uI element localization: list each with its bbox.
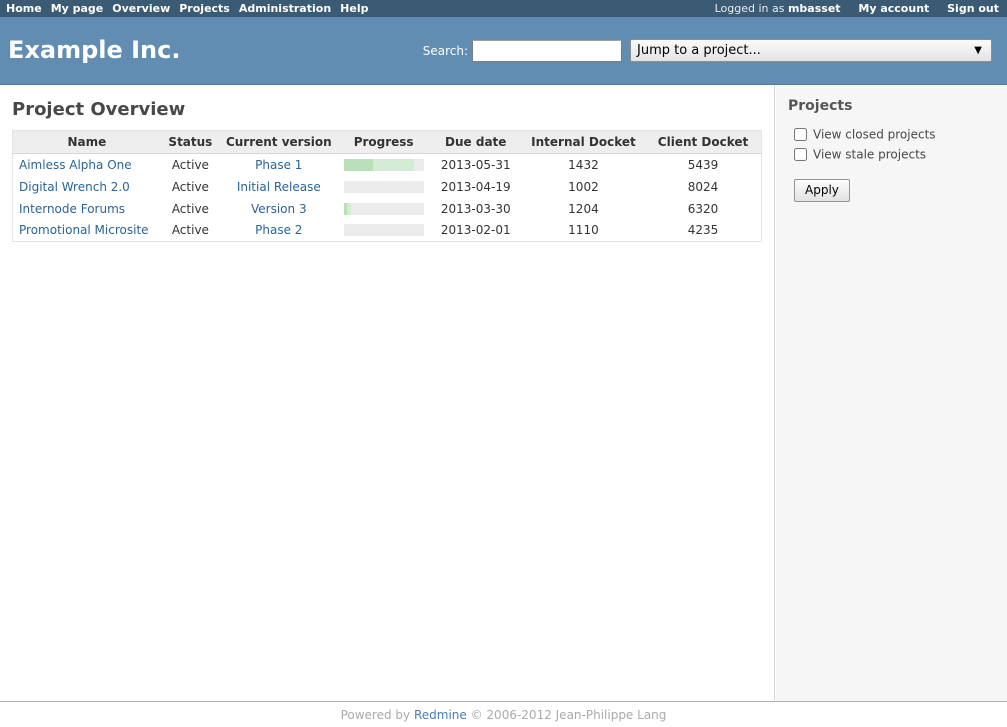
top-menu-account-links: Logged in as mbasset My account Sign out <box>715 2 999 15</box>
progress-bar <box>343 180 424 193</box>
version-link[interactable]: Version 3 <box>251 202 307 216</box>
my-account-link[interactable]: My account <box>858 2 929 15</box>
column-header-internal-docket[interactable]: Internal Docket <box>521 130 646 154</box>
checkbox-view-closed-projects[interactable] <box>794 128 807 141</box>
version-link[interactable]: Phase 2 <box>255 223 302 237</box>
column-header-current-version[interactable]: Current version <box>219 130 338 154</box>
top-menu-item-home[interactable]: Home <box>6 2 42 15</box>
version-link[interactable]: Phase 1 <box>255 158 302 172</box>
table-row[interactable]: Aimless Alpha One Active Phase 1 2013-05-31… <box>13 154 762 176</box>
cell-status: Active <box>171 157 209 172</box>
column-header-name[interactable]: Name <box>12 130 161 154</box>
checkbox-row-view-stale-projects[interactable]: View stale projects <box>788 146 995 163</box>
page-footer: Powered by Redmine © 2006-2012 Jean-Phil… <box>0 701 1007 727</box>
cell-client-docket: 5439 <box>687 157 719 172</box>
checkbox-view-stale-projects[interactable] <box>794 147 807 161</box>
footer-copyright: © 2006-2012 Jean-Philippe Lang <box>470 708 667 722</box>
checkbox-label-view-closed-projects[interactable]: View closed projects <box>813 128 936 142</box>
cell-internal-docket: 1002 <box>568 179 599 194</box>
cell-due-date: 2013-03-30 <box>440 201 511 216</box>
project-link[interactable]: Internode Forums <box>19 202 125 216</box>
sidebar-filter-options: View closed projects View stale projects <box>788 126 995 162</box>
cell-progress <box>338 176 430 198</box>
progress-closed-segment <box>343 202 347 215</box>
logged-in-username: mbasset <box>787 2 841 15</box>
project-link[interactable]: Digital Wrench 2.0 <box>19 180 130 194</box>
cell-current-version: Version 3 <box>220 198 338 220</box>
column-header-due-date[interactable]: Due date <box>429 130 522 154</box>
project-link[interactable]: Promotional Microsite <box>19 223 149 237</box>
sign-out-link[interactable]: Sign out <box>947 2 999 15</box>
cell-status: Active <box>171 179 209 194</box>
table-row[interactable]: Internode Forums Active Version 3 2013-03-3… <box>13 198 762 220</box>
table-body: Aimless Alpha One Active Phase 1 2013-05-31… <box>13 154 762 242</box>
logged-in-status: Logged in as mbasset <box>715 2 841 15</box>
chevron-down-icon: ▼ <box>974 45 982 56</box>
column-header-progress[interactable]: Progress <box>337 130 430 154</box>
main-area: Project Overview Name Status Current versi… <box>0 85 1007 701</box>
version-link[interactable]: Initial Release <box>237 180 321 194</box>
progress-bar <box>343 224 424 237</box>
cell-internal-docket: 1432 <box>568 157 599 172</box>
quick-search-area: Search: Jump to a project... ▼ <box>423 39 992 62</box>
cell-progress <box>338 154 430 176</box>
footer-powered-by: Powered by <box>340 708 411 722</box>
cell-progress <box>338 220 430 242</box>
top-menu-bar: Home My page Overview Projects Administratio… <box>0 0 1007 17</box>
cell-internal-docket: 1110 <box>568 223 599 238</box>
redmine-link[interactable]: Redmine <box>414 708 467 722</box>
column-header-client-docket[interactable]: Client Docket <box>645 130 762 154</box>
cell-current-version: Phase 1 <box>220 154 338 176</box>
project-jump-select[interactable]: Jump to a project... ▼ <box>630 39 992 62</box>
cell-project-name: Internode Forums <box>13 198 161 220</box>
top-menu-item-my-page[interactable]: My page <box>51 2 104 15</box>
cell-due-date: 2013-04-19 <box>440 179 511 194</box>
cell-client-docket: 4235 <box>687 223 719 238</box>
content-panel: Project Overview Name Status Current versi… <box>0 85 775 701</box>
progress-bar <box>343 158 424 171</box>
progress-closed-segment <box>343 158 374 171</box>
table-header-row: Name Status Current version Progress Due dat… <box>12 130 762 154</box>
table-row[interactable]: Digital Wrench 2.0 Active Initial Release 2… <box>13 176 762 198</box>
project-jump-selected-label: Jump to a project... <box>637 43 761 58</box>
cell-client-docket: 6320 <box>687 201 719 216</box>
apply-button[interactable]: Apply <box>794 179 850 202</box>
top-menu-item-administration[interactable]: Administration <box>239 2 331 15</box>
table-row[interactable]: Promotional Microsite Active Phase 2 2013-0… <box>13 220 762 242</box>
projects-table: Name Status Current version Progress Due dat… <box>12 130 762 242</box>
checkbox-label-view-stale-projects[interactable]: View stale projects <box>813 147 926 161</box>
cell-client-docket: 8024 <box>687 179 719 194</box>
top-menu-item-overview[interactable]: Overview <box>112 2 170 15</box>
cell-current-version: Phase 2 <box>220 220 338 242</box>
project-link[interactable]: Aimless Alpha One <box>19 158 132 172</box>
page-title: Project Overview <box>12 99 186 120</box>
page-header: Example Inc. Search: Jump to a project...… <box>0 17 1007 85</box>
cell-project-name: Promotional Microsite <box>13 220 161 242</box>
cell-progress <box>338 198 430 220</box>
cell-project-name: Digital Wrench 2.0 <box>13 176 161 198</box>
progress-bar <box>343 202 424 215</box>
logged-in-prefix: Logged in as <box>714 2 785 15</box>
cell-internal-docket: 1204 <box>568 201 599 216</box>
cell-status: Active <box>171 223 209 238</box>
checkbox-row-view-closed-projects[interactable]: View closed projects <box>788 126 995 143</box>
cell-project-name: Aimless Alpha One <box>13 154 161 176</box>
top-menu-item-help[interactable]: Help <box>340 2 368 15</box>
sidebar-title: Projects <box>788 98 853 114</box>
search-label: Search: <box>422 43 468 58</box>
column-header-status[interactable]: Status <box>160 130 220 154</box>
cell-current-version: Initial Release <box>220 176 338 198</box>
sidebar-panel: Projects View closed projects View stale … <box>776 85 1007 701</box>
cell-due-date: 2013-05-31 <box>440 157 511 172</box>
app-title: Example Inc. <box>8 36 181 64</box>
cell-due-date: 2013-02-01 <box>440 223 511 238</box>
search-input[interactable] <box>472 39 622 62</box>
cell-status: Active <box>171 201 209 216</box>
top-menu-links: Home My page Overview Projects Administratio… <box>6 2 377 15</box>
top-menu-item-projects[interactable]: Projects <box>179 2 230 15</box>
